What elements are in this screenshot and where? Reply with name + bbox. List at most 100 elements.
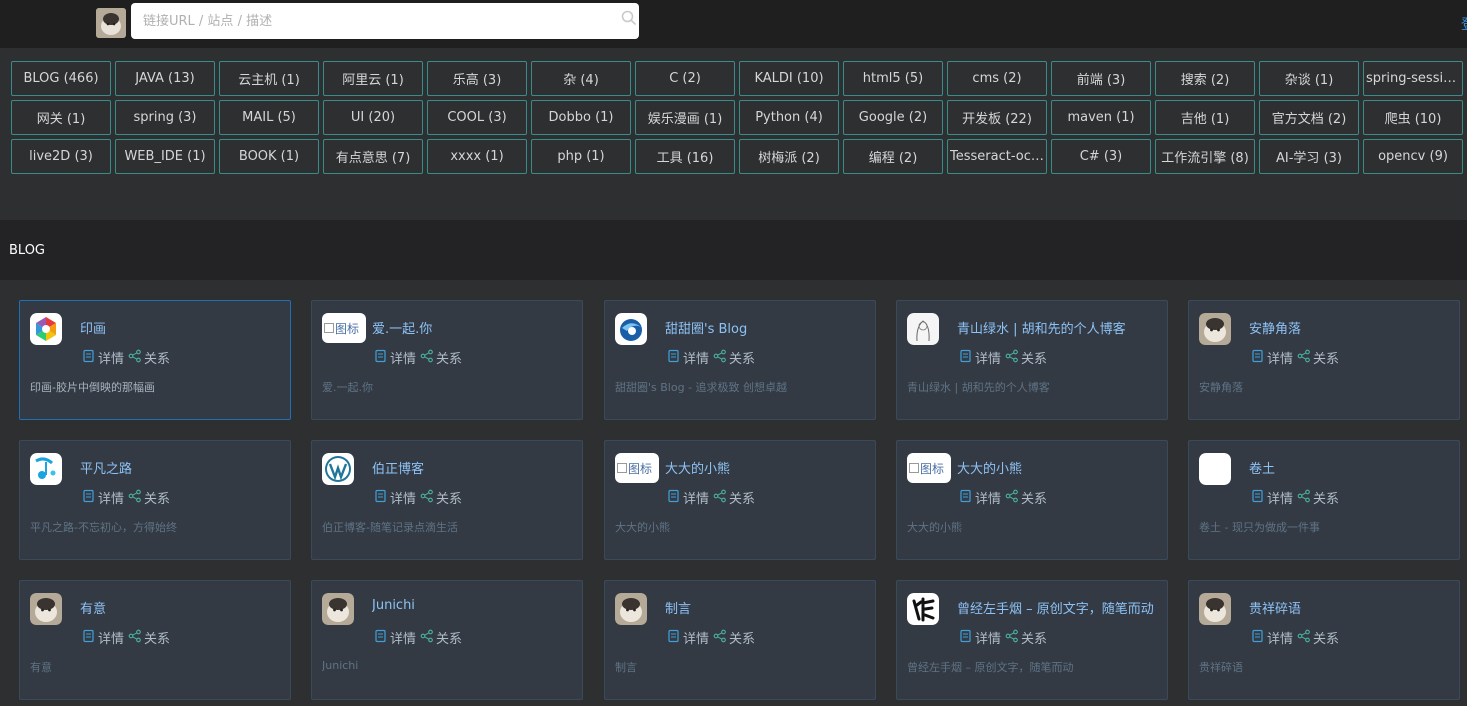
tag-button[interactable]: Google (2) [843,100,943,135]
card-title[interactable]: 制言 [665,598,875,617]
site-card[interactable]: 制言 详情 关系 制言 [604,580,876,700]
detail-link[interactable]: 详情 [374,348,416,367]
card-title[interactable]: 有意 [80,598,290,617]
site-card[interactable]: 有意 详情 关系 有意 [19,580,291,700]
tag-button[interactable]: 工作流引擎 (8) [1155,139,1255,174]
site-card[interactable]: 图标 大大的小熊 详情 关系 大大的小熊 [896,440,1168,560]
site-card[interactable]: 图标 爱.一起.你 详情 关系 爱.一起.你 [311,300,583,420]
tag-button[interactable]: php (1) [531,139,631,174]
tag-button[interactable]: BLOG (466) [11,61,111,96]
search-input[interactable] [131,3,639,39]
tag-button[interactable]: 杂谈 (1) [1259,61,1359,96]
tag-button[interactable]: 官方文档 (2) [1259,100,1359,135]
detail-link[interactable]: 详情 [82,628,124,647]
tag-button[interactable]: AI-学习 (3) [1259,139,1359,174]
search-icon[interactable] [621,10,637,26]
tag-button[interactable]: 树梅派 (2) [739,139,839,174]
tag-button[interactable]: xxxx (1) [427,139,527,174]
tag-button[interactable]: Tesseract-ocr ... [947,139,1047,174]
detail-link[interactable]: 详情 [959,488,1001,507]
card-title[interactable]: 印画 [80,318,290,337]
tag-button[interactable]: Dobbo (1) [531,100,631,135]
tag-button[interactable]: maven (1) [1051,100,1151,135]
detail-link[interactable]: 详情 [667,488,709,507]
relation-link[interactable]: 关系 [420,628,462,647]
relation-link[interactable]: 关系 [128,488,170,507]
detail-link[interactable]: 详情 [667,628,709,647]
detail-link[interactable]: 详情 [82,348,124,367]
tag-button[interactable]: 编程 (2) [843,139,943,174]
detail-link[interactable]: 详情 [959,628,1001,647]
site-card[interactable]: 平凡之路 详情 关系 平凡之路-不忘初心，方得始终 [19,440,291,560]
tag-button[interactable]: spring (3) [115,100,215,135]
detail-link[interactable]: 详情 [82,488,124,507]
tag-button[interactable]: 云主机 (1) [219,61,319,96]
tag-button[interactable]: JAVA (13) [115,61,215,96]
tag-button[interactable]: 有点意思 (7) [323,139,423,174]
card-title[interactable]: 大大的小熊 [957,458,1167,477]
relation-link[interactable]: 关系 [128,628,170,647]
tag-button[interactable]: html5 (5) [843,61,943,96]
detail-link[interactable]: 详情 [374,628,416,647]
tag-button[interactable]: UI (20) [323,100,423,135]
relation-link[interactable]: 关系 [1005,628,1047,647]
tag-button[interactable]: 乐高 (3) [427,61,527,96]
tag-button[interactable]: 搜索 (2) [1155,61,1255,96]
user-avatar[interactable] [96,8,126,38]
tag-button[interactable]: COOL (3) [427,100,527,135]
relation-link[interactable]: 关系 [713,488,755,507]
site-card[interactable]: Junichi 详情 关系 Junichi [311,580,583,700]
relation-link[interactable]: 关系 [713,628,755,647]
card-title[interactable]: 大大的小熊 [665,458,875,477]
tag-button[interactable]: KALDI (10) [739,61,839,96]
site-card[interactable]: 曾经左手烟 – 原创文字，随笔而动 详情 关系 曾经左手烟 – 原创文字，随笔而动 [896,580,1168,700]
site-card[interactable]: 安静角落 详情 关系 安静角落 [1188,300,1460,420]
card-title[interactable]: 爱.一起.你 [372,318,582,337]
relation-link[interactable]: 关系 [1297,628,1339,647]
site-card[interactable]: 图标 大大的小熊 详情 关系 大大的小熊 [604,440,876,560]
tag-button[interactable]: 工具 (16) [635,139,735,174]
tag-button[interactable]: C (2) [635,61,735,96]
site-card[interactable]: 卷土 详情 关系 卷土 - 现只为做成一件事 [1188,440,1460,560]
tag-button[interactable]: 吉他 (1) [1155,100,1255,135]
detail-link[interactable]: 详情 [667,348,709,367]
card-title[interactable]: 安静角落 [1249,318,1459,337]
card-title[interactable]: 曾经左手烟 – 原创文字，随笔而动 [957,598,1167,617]
site-card[interactable]: 伯正博客 详情 关系 伯正博客-随笔记录点滴生活 [311,440,583,560]
tag-button[interactable]: MAIL (5) [219,100,319,135]
relation-link[interactable]: 关系 [128,348,170,367]
relation-link[interactable]: 关系 [713,348,755,367]
card-title[interactable]: 伯正博客 [372,458,582,477]
tag-button[interactable]: BOOK (1) [219,139,319,174]
tag-button[interactable]: 网关 (1) [11,100,111,135]
relation-link[interactable]: 关系 [420,348,462,367]
tag-button[interactable]: opencv (9) [1363,139,1463,174]
card-title[interactable]: 青山绿水 | 胡和先的个人博客 [957,318,1167,337]
tag-button[interactable]: 爬虫 (10) [1363,100,1463,135]
site-card[interactable]: 青山绿水 | 胡和先的个人博客 详情 关系 青山绿水 | 胡和先的个人博客 [896,300,1168,420]
card-title[interactable]: Junichi [372,598,582,613]
site-card[interactable]: 贵祥碎语 详情 关系 贵祥碎语 [1188,580,1460,700]
relation-link[interactable]: 关系 [420,488,462,507]
site-card[interactable]: 印画 详情 关系 印画-胶片中倒映的那幅画 [19,300,291,420]
relation-link[interactable]: 关系 [1005,488,1047,507]
detail-link[interactable]: 详情 [1251,488,1293,507]
tag-button[interactable]: 阿里云 (1) [323,61,423,96]
tag-button[interactable]: 开发板 (22) [947,100,1047,135]
card-title[interactable]: 甜甜圈's Blog [665,318,875,337]
card-title[interactable]: 贵祥碎语 [1249,598,1459,617]
tag-button[interactable]: cms (2) [947,61,1047,96]
relation-link[interactable]: 关系 [1297,488,1339,507]
detail-link[interactable]: 详情 [959,348,1001,367]
detail-link[interactable]: 详情 [374,488,416,507]
relation-link[interactable]: 关系 [1005,348,1047,367]
detail-link[interactable]: 详情 [1251,348,1293,367]
detail-link[interactable]: 详情 [1251,628,1293,647]
tag-button[interactable]: C# (3) [1051,139,1151,174]
card-title[interactable]: 平凡之路 [80,458,290,477]
tag-button[interactable]: Python (4) [739,100,839,135]
tag-button[interactable]: 娱乐漫画 (1) [635,100,735,135]
site-card[interactable]: 甜甜圈's Blog 详情 关系 甜甜圈's Blog - 追求极致 创想卓越 [604,300,876,420]
tag-button[interactable]: 杂 (4) [531,61,631,96]
relation-link[interactable]: 关系 [1297,348,1339,367]
